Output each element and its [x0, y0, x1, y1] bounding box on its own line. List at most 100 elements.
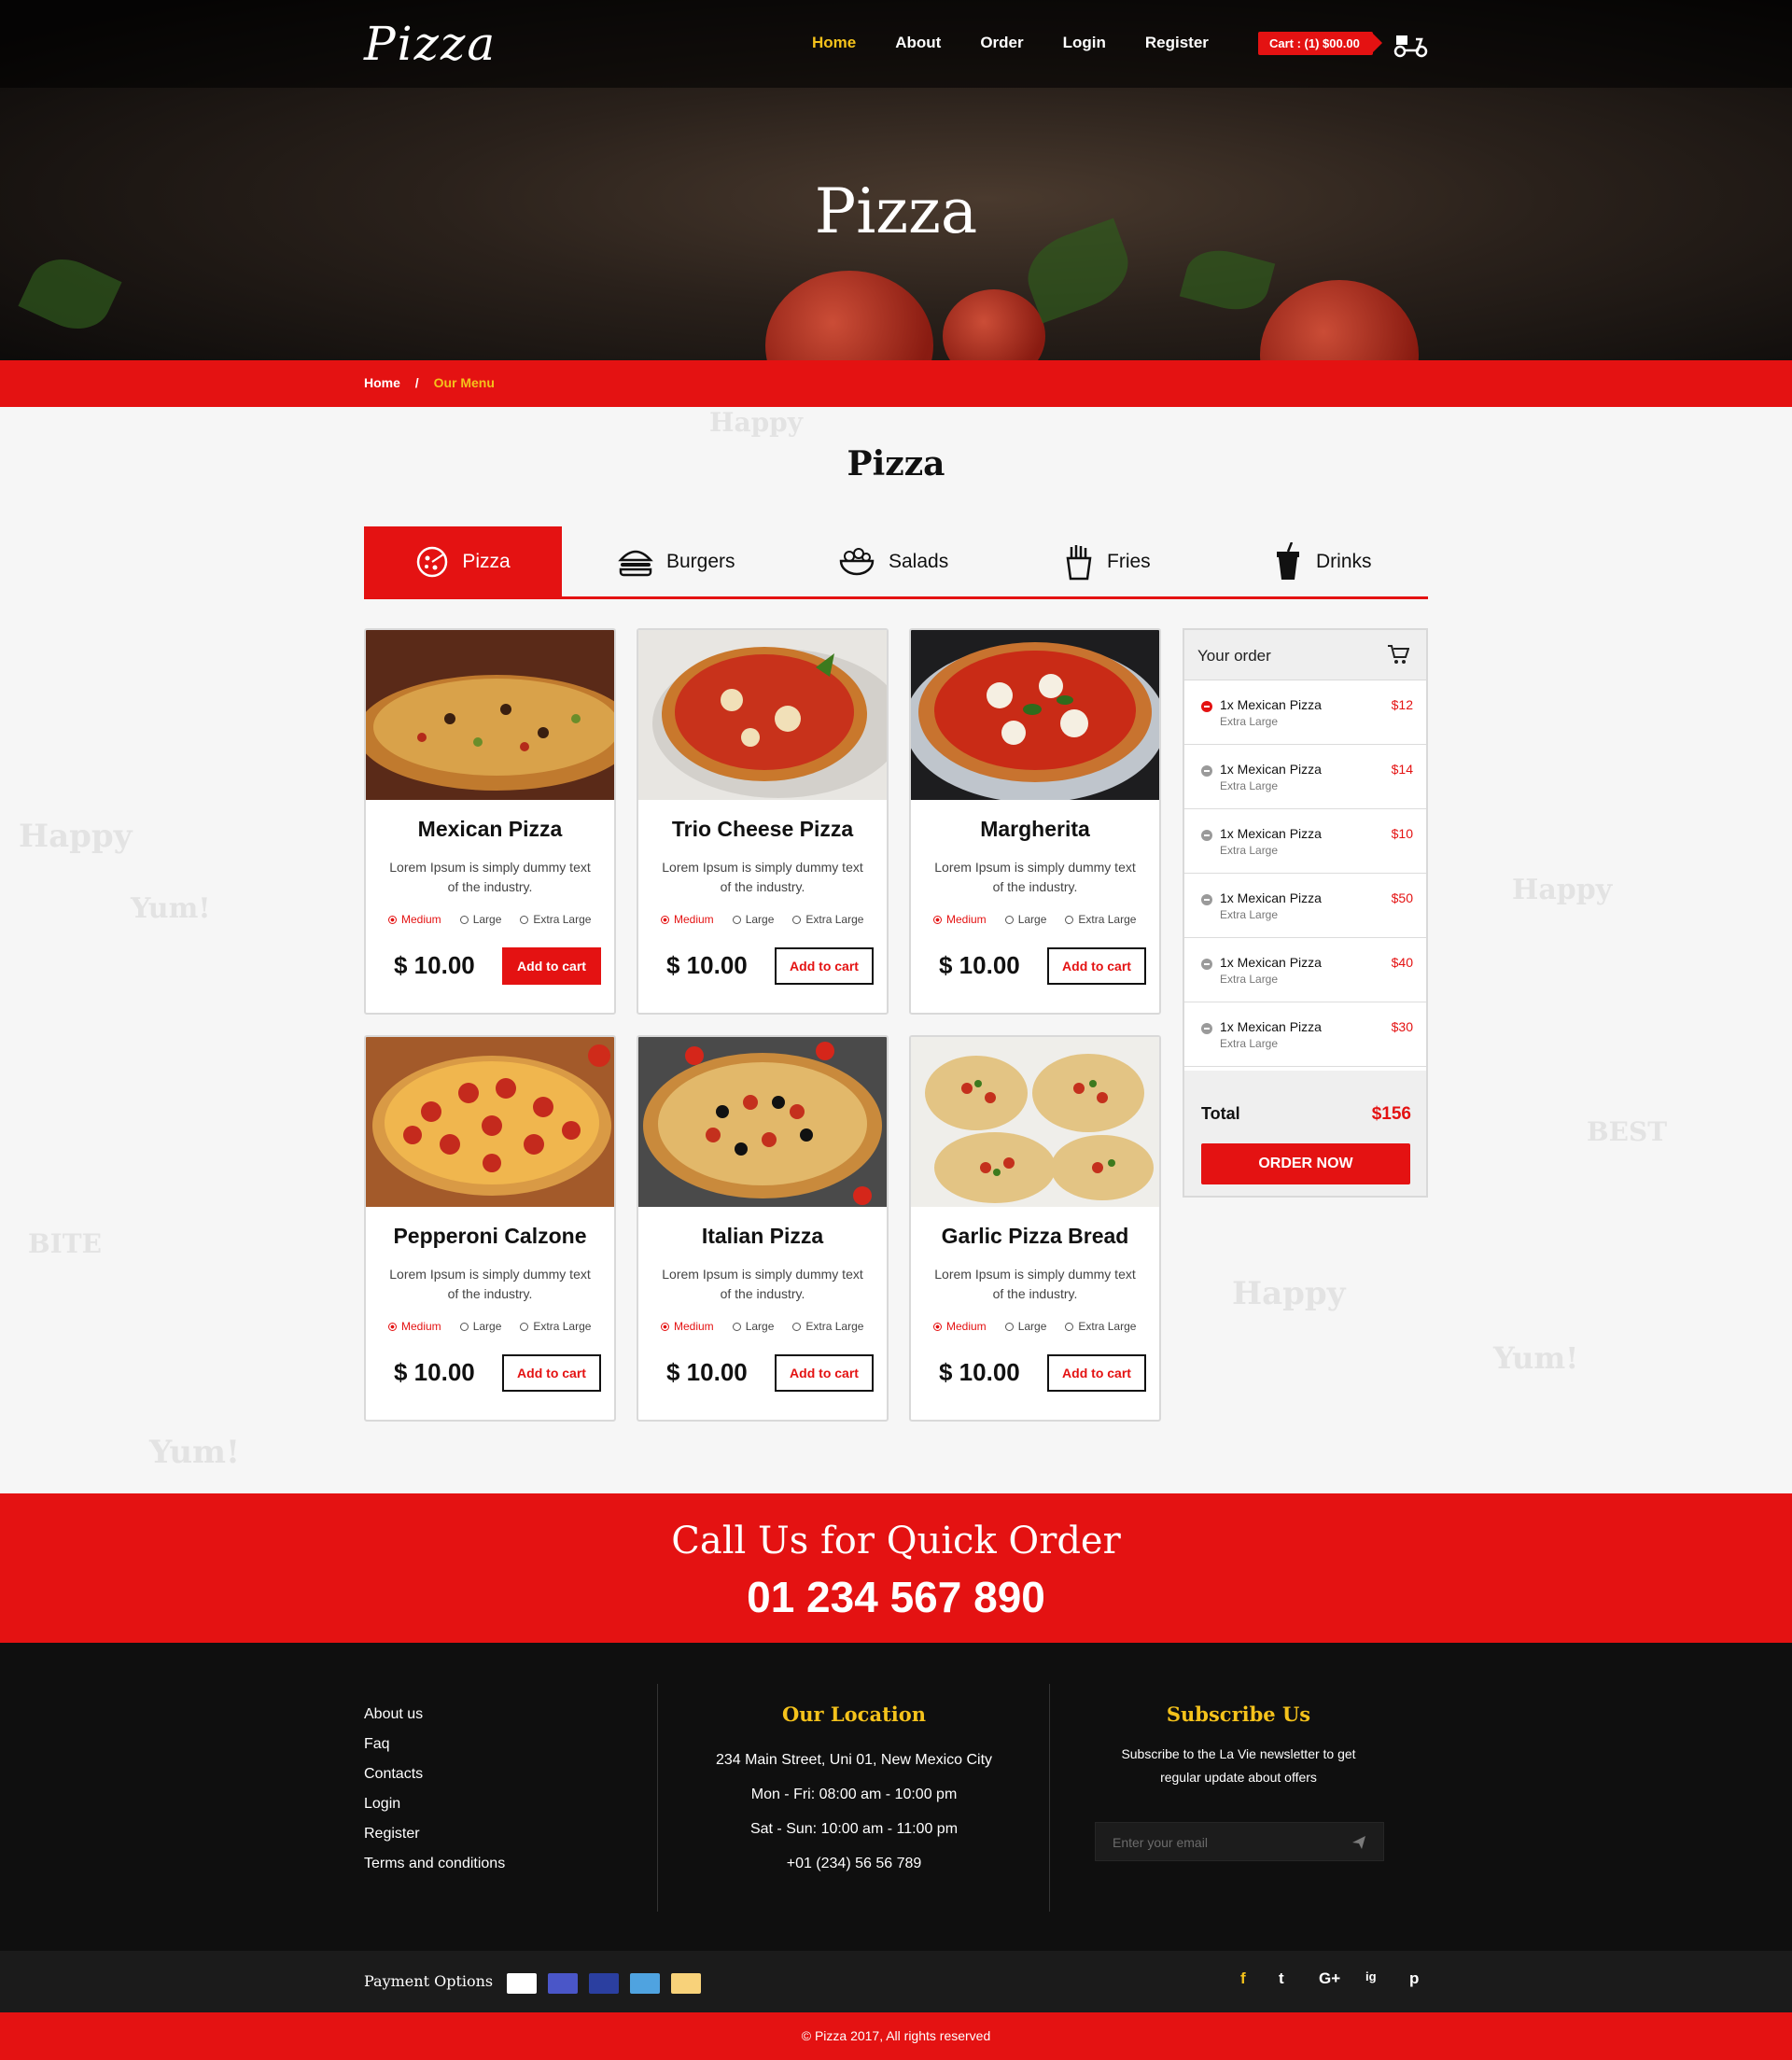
remove-icon[interactable] [1201, 830, 1212, 841]
footer-link-faq[interactable]: Faq [364, 1736, 505, 1753]
nav-about[interactable]: About [895, 34, 941, 52]
remove-icon[interactable] [1201, 1023, 1212, 1034]
product-name: Margherita [980, 817, 1090, 841]
size-option-extra-large[interactable]: Extra Large [520, 1320, 591, 1333]
footer-link-about[interactable]: About us [364, 1706, 505, 1723]
order-item-size: Extra Large [1220, 779, 1279, 792]
add-to-cart-button[interactable]: Add to cart [502, 1354, 601, 1392]
footer-link-login[interactable]: Login [364, 1796, 505, 1813]
order-item: 1x Mexican Pizza Extra Large $12 [1184, 680, 1426, 745]
size-option-extra-large[interactable]: Extra Large [520, 913, 591, 926]
product-price: $ 10.00 [666, 1358, 748, 1386]
total-value: $156 [1371, 1104, 1411, 1124]
size-option-medium[interactable]: Medium [388, 1320, 441, 1333]
pinterest-icon[interactable]: p [1409, 1969, 1419, 1988]
size-option-medium[interactable]: Medium [933, 1320, 987, 1333]
product-description: Lorem Ipsum is simply dummy text of the … [662, 860, 863, 894]
product-card: Garlic Pizza Bread Lorem Ipsum is simply… [909, 1035, 1161, 1422]
size-option-medium[interactable]: Medium [661, 1320, 714, 1333]
footer-link-terms[interactable]: Terms and conditions [364, 1856, 505, 1872]
tab-salads[interactable]: Salads [838, 526, 948, 597]
size-option-extra-large[interactable]: Extra Large [1065, 913, 1136, 926]
order-item-price: $30 [1391, 1019, 1413, 1034]
scooter-icon[interactable] [1393, 30, 1428, 58]
add-to-cart-button[interactable]: Add to cart [775, 947, 874, 985]
product-image [366, 630, 614, 800]
nav-login[interactable]: Login [1063, 34, 1106, 52]
order-item-size: Extra Large [1220, 973, 1279, 986]
tab-label: Fries [1107, 551, 1151, 572]
size-option-medium[interactable]: Medium [388, 913, 441, 926]
order-item-name: 1x Mexican Pizza [1220, 955, 1322, 970]
product-name: Mexican Pizza [417, 817, 563, 841]
order-item: 1x Mexican Pizza Extra Large $40 [1184, 938, 1426, 1002]
nav-order[interactable]: Order [980, 34, 1023, 52]
add-to-cart-button[interactable]: Add to cart [502, 947, 601, 985]
add-to-cart-button[interactable]: Add to cart [775, 1354, 874, 1392]
send-icon[interactable] [1351, 1835, 1366, 1850]
copyright: © Pizza 2017, All rights reserved [0, 2012, 1792, 2060]
tab-burgers[interactable]: Burgers [618, 526, 735, 597]
size-option-extra-large[interactable]: Extra Large [792, 1320, 863, 1333]
site-logo[interactable]: Pizza [364, 17, 497, 71]
size-option-large[interactable]: Large [1004, 1320, 1046, 1333]
tab-fries[interactable]: Fries [1064, 526, 1151, 597]
order-item-size: Extra Large [1220, 844, 1279, 857]
nav-home[interactable]: Home [812, 34, 856, 52]
size-options: Medium Large Extra Large [388, 1320, 609, 1333]
product-price: $ 10.00 [394, 951, 475, 979]
remove-icon[interactable] [1201, 765, 1212, 777]
size-option-large[interactable]: Large [732, 1320, 774, 1333]
twitter-icon[interactable]: t [1279, 1969, 1284, 1988]
footer-link-register[interactable]: Register [364, 1826, 505, 1843]
remove-icon[interactable] [1201, 701, 1212, 712]
burger-icon [618, 550, 653, 577]
nav-register[interactable]: Register [1145, 34, 1209, 52]
size-option-large[interactable]: Large [732, 913, 774, 926]
add-to-cart-button[interactable]: Add to cart [1047, 947, 1146, 985]
breadcrumb-separator: / [414, 375, 419, 390]
product-image [911, 1037, 1159, 1207]
tab-pizza[interactable]: Pizza [364, 526, 562, 597]
size-options: Medium Large Extra Large [661, 913, 882, 926]
facebook-icon[interactable]: f [1240, 1969, 1246, 1988]
salad-bowl-icon [839, 548, 875, 576]
mastercard-icon [548, 1973, 578, 1994]
product-card: Mexican Pizza Lorem Ipsum is simply dumm… [364, 628, 616, 1015]
size-option-medium[interactable]: Medium [933, 913, 987, 926]
size-option-extra-large[interactable]: Extra Large [1065, 1320, 1136, 1333]
maestro-icon [589, 1973, 619, 1994]
remove-icon[interactable] [1201, 894, 1212, 905]
call-banner: Call Us for Quick Order 01 234 567 890 [0, 1493, 1792, 1643]
size-option-medium[interactable]: Medium [661, 913, 714, 926]
footer-link-contacts[interactable]: Contacts [364, 1766, 505, 1783]
order-item: 1x Mexican Pizza Extra Large $30 [1184, 1002, 1426, 1067]
add-to-cart-button[interactable]: Add to cart [1047, 1354, 1146, 1392]
call-title: Call Us for Quick Order [671, 1520, 1121, 1563]
size-option-large[interactable]: Large [459, 1320, 501, 1333]
email-field[interactable]: Enter your email [1095, 1822, 1384, 1861]
product-image [911, 630, 1159, 800]
remove-icon[interactable] [1201, 959, 1212, 970]
google-plus-icon[interactable]: G+ [1319, 1969, 1340, 1988]
size-option-extra-large[interactable]: Extra Large [792, 913, 863, 926]
call-phone[interactable]: 01 234 567 890 [0, 1572, 1792, 1622]
stripe-icon [630, 1973, 660, 1994]
product-price: $ 10.00 [394, 1358, 475, 1386]
subscribe-title: Subscribe Us [1166, 1703, 1311, 1726]
product-card: Pepperoni Calzone Lorem Ipsum is simply … [364, 1035, 616, 1422]
order-title: Your order [1197, 647, 1271, 665]
cart-button[interactable]: Cart : (1) $00.00 [1258, 32, 1382, 55]
order-item-name: 1x Mexican Pizza [1220, 1019, 1322, 1034]
instagram-icon[interactable]: ig [1365, 1969, 1377, 1983]
payment-bar: Payment Options f t G+ ig p [0, 1951, 1792, 2012]
tab-label: Burgers [666, 551, 735, 572]
size-option-large[interactable]: Large [1004, 913, 1046, 926]
size-options: Medium Large Extra Large [388, 913, 609, 926]
size-option-large[interactable]: Large [459, 913, 501, 926]
tab-drinks[interactable]: Drinks [1273, 526, 1372, 597]
order-now-button[interactable]: ORDER NOW [1201, 1143, 1410, 1184]
product-name: Pepperoni Calzone [393, 1224, 587, 1248]
breadcrumb-home[interactable]: Home [364, 375, 400, 390]
size-options: Medium Large Extra Large [933, 1320, 1155, 1333]
